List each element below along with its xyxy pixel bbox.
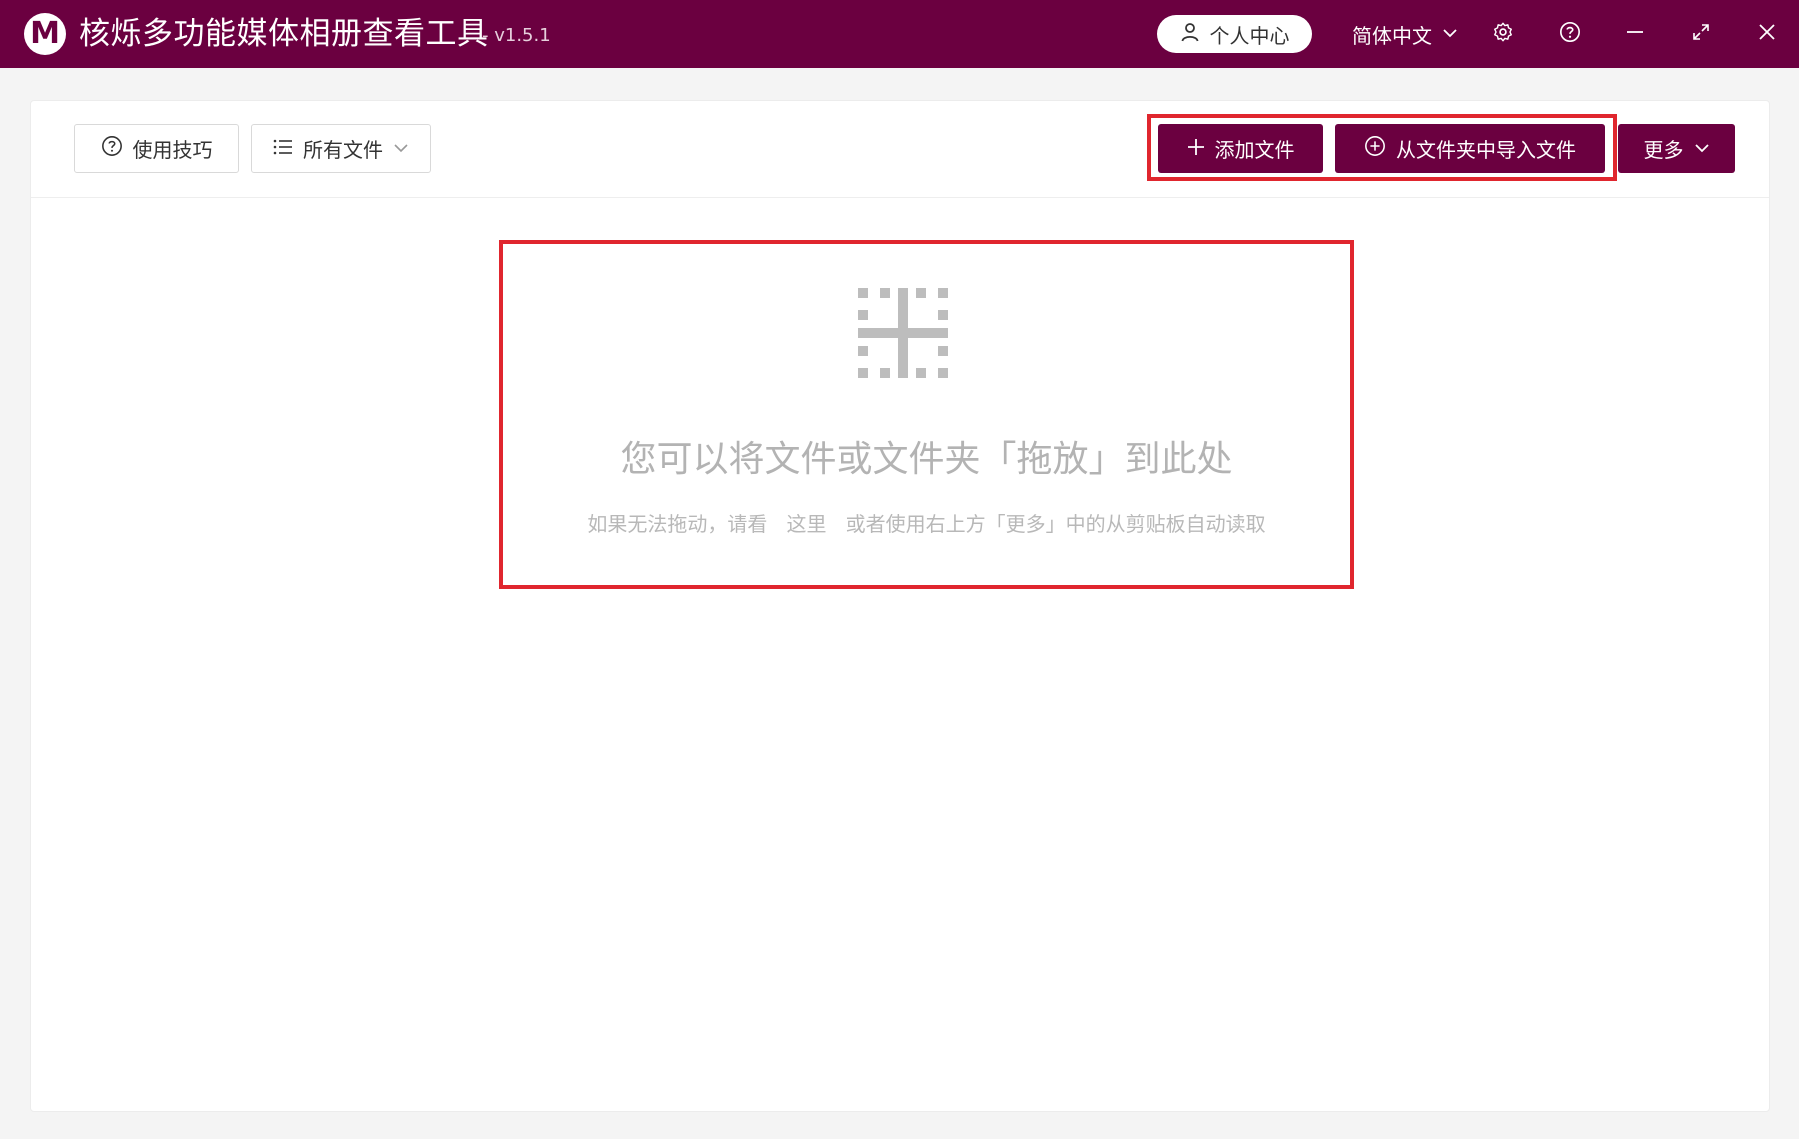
content-card: 使用技巧 所有文件 添加文件 从文件夹中导入文件 更多 您可以将文件或文件夹「拖… (30, 100, 1770, 1112)
more-button[interactable]: 更多 (1618, 124, 1735, 173)
chevron-down-icon (1694, 137, 1710, 161)
user-icon (1180, 22, 1200, 47)
app-version: - v1.5.1 (482, 25, 551, 46)
settings-button[interactable] (1486, 17, 1520, 51)
app-title: 核烁多功能媒体相册查看工具 (79, 16, 489, 52)
add-file-button[interactable]: 添加文件 (1158, 124, 1323, 173)
help-link[interactable]: 这里 (787, 512, 827, 536)
import-folder-button[interactable]: 从文件夹中导入文件 (1335, 124, 1605, 173)
help-button[interactable] (1553, 17, 1587, 51)
user-center-label: 个人中心 (1209, 23, 1290, 48)
maximize-button[interactable] (1684, 17, 1718, 51)
maximize-icon (1691, 22, 1711, 46)
close-icon (1757, 22, 1777, 46)
app-logo: M (24, 13, 66, 55)
drop-zone-title: 您可以将文件或文件夹「拖放」到此处 (620, 439, 1233, 480)
title-bar: M 核烁多功能媒体相册查看工具 - v1.5.1 个人中心 简体中文 (0, 0, 1799, 68)
language-label: 简体中文 (1352, 23, 1432, 48)
help-icon (1559, 21, 1581, 47)
user-center-button[interactable]: 个人中心 (1157, 15, 1312, 53)
toolbar: 使用技巧 所有文件 添加文件 从文件夹中导入文件 更多 (31, 101, 1769, 198)
file-filter-select[interactable]: 所有文件 (251, 124, 431, 173)
chevron-down-icon (393, 137, 409, 161)
close-button[interactable] (1750, 17, 1784, 51)
main-panel: 使用技巧 所有文件 添加文件 从文件夹中导入文件 更多 您可以将文件或文件夹「拖… (0, 68, 1799, 1139)
tips-button[interactable]: 使用技巧 (74, 124, 239, 173)
more-label: 更多 (1643, 138, 1684, 162)
chevron-down-icon (1442, 22, 1458, 46)
minimize-button[interactable] (1618, 17, 1652, 51)
drop-target-icon (858, 288, 950, 384)
list-icon (273, 137, 293, 161)
add-file-label: 添加文件 (1214, 138, 1295, 162)
drop-zone[interactable]: 您可以将文件或文件夹「拖放」到此处 如果无法拖动，请看 这里 或者使用右上方「更… (499, 240, 1354, 589)
minimize-icon (1625, 22, 1645, 46)
gear-icon (1492, 21, 1514, 47)
plus-circle-icon (1364, 135, 1386, 162)
plus-icon (1187, 137, 1205, 161)
question-circle-icon (101, 135, 123, 162)
language-select[interactable]: 简体中文 (1352, 18, 1458, 50)
tips-label: 使用技巧 (132, 138, 213, 162)
file-filter-label: 所有文件 (303, 138, 383, 162)
drop-zone-hint: 如果无法拖动，请看 这里 或者使用右上方「更多」中的从剪贴板自动读取 (499, 510, 1354, 538)
hint-suffix: 或者使用右上方「更多」中的从剪贴板自动读取 (845, 512, 1266, 536)
import-folder-label: 从文件夹中导入文件 (1396, 138, 1576, 162)
hint-prefix: 如果无法拖动，请看 (587, 512, 768, 536)
